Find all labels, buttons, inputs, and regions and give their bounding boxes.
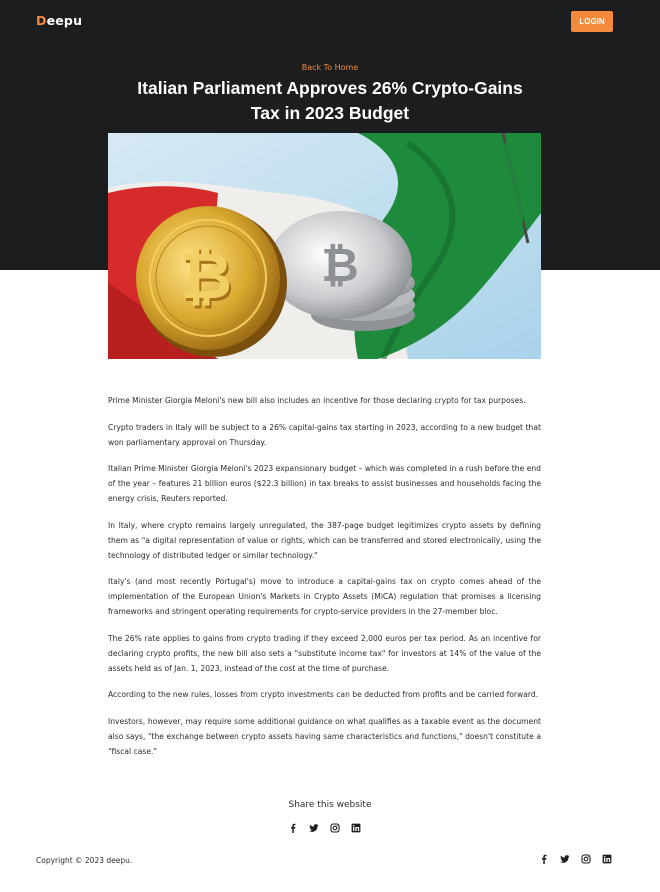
article-image: ₿ ₿ ₿: [108, 133, 541, 359]
twitter-icon[interactable]: [560, 854, 570, 864]
article-paragraph: According to the new rules, losses from …: [108, 690, 539, 699]
article-paragraph: Investors, however, may require some add…: [108, 716, 541, 756]
article-paragraph: Italy's (and most recently Portugal's) m…: [108, 577, 541, 616]
article-paragraph: The 26% rate applies to gains from crypt…: [108, 633, 541, 673]
article-paragraph: Crypto traders in Italy will be subject …: [108, 422, 541, 447]
linkedin-icon[interactable]: [351, 823, 361, 833]
article-paragraph: Italian Prime Minister Giorgia Meloni's …: [108, 464, 541, 503]
facebook-icon[interactable]: [539, 854, 549, 864]
back-to-home-link[interactable]: Back To Home: [0, 63, 660, 72]
instagram-icon[interactable]: [581, 854, 591, 864]
instagram-icon[interactable]: [330, 823, 340, 833]
brand-logo-rest: eepu: [46, 13, 83, 28]
share-icons: [288, 823, 361, 833]
article-body: Prime Minister Giorgia Meloni's new bill…: [108, 393, 541, 770]
copyright-text: Copyright © 2023 deepu.: [36, 856, 133, 865]
brand-logo-initial: D: [36, 13, 47, 28]
article-title: Italian Parliament Approves 26% Crypto-G…: [137, 78, 523, 123]
article-paragraph: Prime Minister Giorgia Meloni's new bill…: [108, 396, 526, 405]
facebook-icon[interactable]: [288, 823, 298, 833]
share-label: Share this website: [288, 800, 372, 810]
twitter-icon[interactable]: [309, 823, 319, 833]
svg-text:₿: ₿: [180, 240, 232, 314]
linkedin-icon[interactable]: [602, 854, 612, 864]
brand-logo[interactable]: Deepu: [36, 13, 82, 28]
login-button[interactable]: LOGIN: [571, 11, 613, 32]
svg-text:₿: ₿: [321, 238, 359, 292]
article-paragraph: In Italy, where crypto remains largely u…: [108, 520, 541, 560]
footer-social-icons: [539, 854, 612, 864]
